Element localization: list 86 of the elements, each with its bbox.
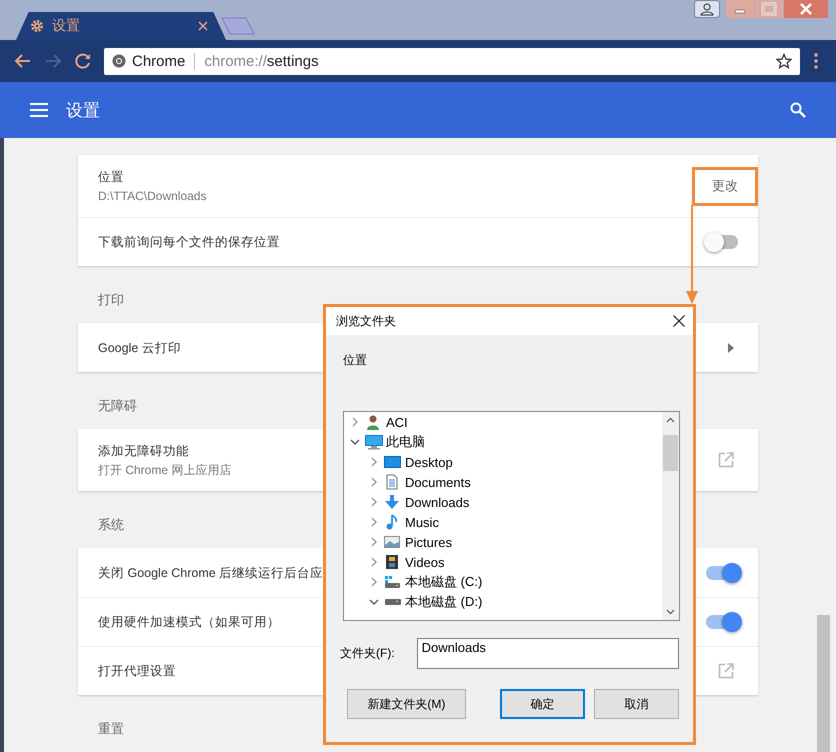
new-tab-icon[interactable] bbox=[220, 16, 256, 36]
chevron-right-icon[interactable] bbox=[369, 557, 379, 567]
section-heading: 系统 bbox=[98, 516, 124, 534]
tree-item[interactable]: ACI bbox=[344, 412, 662, 432]
setting-description: 打开 Chrome 网上应用店 bbox=[98, 462, 232, 479]
chevron-right-icon[interactable] bbox=[369, 497, 379, 507]
back-arrow-icon[interactable] bbox=[14, 52, 32, 70]
tree-label: Music bbox=[405, 514, 439, 530]
site-label: Chrome bbox=[132, 52, 186, 70]
setting-label: 下载前询问每个文件的保存位置 bbox=[98, 234, 280, 251]
tree-item[interactable]: 本地磁盘 (C:) bbox=[344, 572, 662, 592]
tree-item[interactable]: Pictures bbox=[344, 532, 662, 552]
tree-label: Pictures bbox=[405, 534, 452, 550]
url-scheme: chrome:// bbox=[204, 52, 267, 70]
minimize-icon[interactable] bbox=[726, 0, 754, 18]
chevron-right-icon[interactable] bbox=[369, 457, 379, 467]
tree-scrollbar[interactable] bbox=[662, 412, 679, 620]
browser-tab[interactable]: 设置 bbox=[16, 12, 226, 40]
setting-label: Google 云打印 bbox=[98, 340, 181, 357]
external-link-icon[interactable] bbox=[718, 663, 734, 679]
dialog-prompt: 位置 bbox=[343, 352, 368, 369]
section-heading: 打印 bbox=[98, 291, 124, 309]
tree-item[interactable]: 此电脑 bbox=[344, 432, 662, 452]
setting-label: 打开代理设置 bbox=[98, 663, 176, 680]
tree-label: 此电脑 bbox=[386, 433, 425, 451]
tree-label: Documents bbox=[405, 474, 471, 490]
dialog-title: 浏览文件夹 bbox=[336, 312, 397, 330]
chevron-right-icon[interactable] bbox=[369, 537, 379, 547]
tree-label: 本地磁盘 (D:) bbox=[405, 593, 482, 611]
section-heading: 无障碍 bbox=[98, 397, 137, 415]
reload-icon[interactable] bbox=[74, 52, 92, 70]
drive-icon bbox=[384, 574, 402, 590]
chevron-right-icon[interactable] bbox=[369, 517, 379, 527]
setting-label: 使用硬件加速模式（如果可用） bbox=[98, 614, 280, 631]
tree-item[interactable]: 本地磁盘 (D:) bbox=[344, 592, 662, 612]
url-path: settings bbox=[266, 52, 320, 70]
dialog-button[interactable]: 新建文件夹(M) bbox=[347, 689, 466, 719]
chevron-right-icon[interactable] bbox=[369, 577, 379, 587]
tree-item[interactable]: Music bbox=[344, 512, 662, 532]
tree-label: Desktop bbox=[405, 454, 453, 470]
setting-label: 添加无障碍功能 bbox=[98, 443, 189, 460]
dialog-button[interactable]: 确定 bbox=[500, 689, 585, 719]
setting-description: D:\TTAC\Downloads bbox=[98, 188, 206, 205]
gear-icon bbox=[30, 19, 44, 33]
page-title: 设置 bbox=[66, 100, 101, 122]
chrome-icon bbox=[112, 54, 126, 68]
chevron-down-icon[interactable] bbox=[369, 597, 379, 607]
scroll-thumb[interactable] bbox=[817, 615, 830, 752]
external-link-icon[interactable] bbox=[718, 452, 734, 468]
chevron-down-icon[interactable] bbox=[350, 437, 360, 447]
desktop-icon bbox=[384, 454, 402, 470]
tree-item[interactable]: Documents bbox=[344, 472, 662, 492]
tree-label: 本地磁盘 (C:) bbox=[405, 573, 482, 591]
maximize-icon[interactable] bbox=[755, 0, 783, 18]
more-menu-icon[interactable] bbox=[814, 53, 818, 69]
scroll-thumb[interactable] bbox=[663, 435, 678, 471]
drive-icon bbox=[385, 599, 401, 605]
tree-item[interactable]: Desktop bbox=[344, 452, 662, 472]
dialog-button[interactable]: 取消 bbox=[594, 689, 679, 719]
section-heading: 重置 bbox=[98, 720, 124, 738]
tree-item[interactable]: Videos bbox=[344, 552, 662, 572]
close-icon[interactable] bbox=[673, 315, 685, 327]
tree-label: Videos bbox=[405, 554, 445, 570]
setting-label: 位置 bbox=[98, 169, 124, 186]
search-icon[interactable] bbox=[790, 102, 806, 118]
user-icon[interactable] bbox=[694, 0, 720, 18]
chevron-right-icon[interactable] bbox=[350, 417, 360, 427]
setting-label: 关闭 Google Chrome 后继续运行后台应 bbox=[98, 564, 324, 582]
scroll-down-icon bbox=[666, 609, 675, 615]
chevron-right-icon[interactable] bbox=[369, 477, 379, 487]
tab-title: 设置 bbox=[52, 17, 81, 35]
toggle-switch[interactable] bbox=[706, 235, 738, 249]
scroll-up-icon bbox=[666, 417, 675, 423]
tree-label: Downloads bbox=[405, 494, 470, 510]
change-button[interactable]: 更改 bbox=[692, 166, 758, 206]
folder-name-field[interactable]: Downloads bbox=[416, 638, 679, 669]
caret-icon[interactable] bbox=[728, 342, 734, 352]
folder-label: 文件夹(F): bbox=[340, 645, 396, 662]
down-arrow-icon bbox=[384, 494, 402, 510]
tree-label: ACI bbox=[386, 414, 408, 430]
star-icon[interactable] bbox=[776, 53, 792, 69]
menu-icon[interactable] bbox=[30, 103, 48, 117]
picture-icon bbox=[384, 534, 402, 550]
monitor-icon bbox=[365, 434, 383, 450]
tree-item[interactable]: Downloads bbox=[344, 492, 662, 512]
address-bar[interactable]: Chrome chrome://settings bbox=[104, 48, 800, 74]
